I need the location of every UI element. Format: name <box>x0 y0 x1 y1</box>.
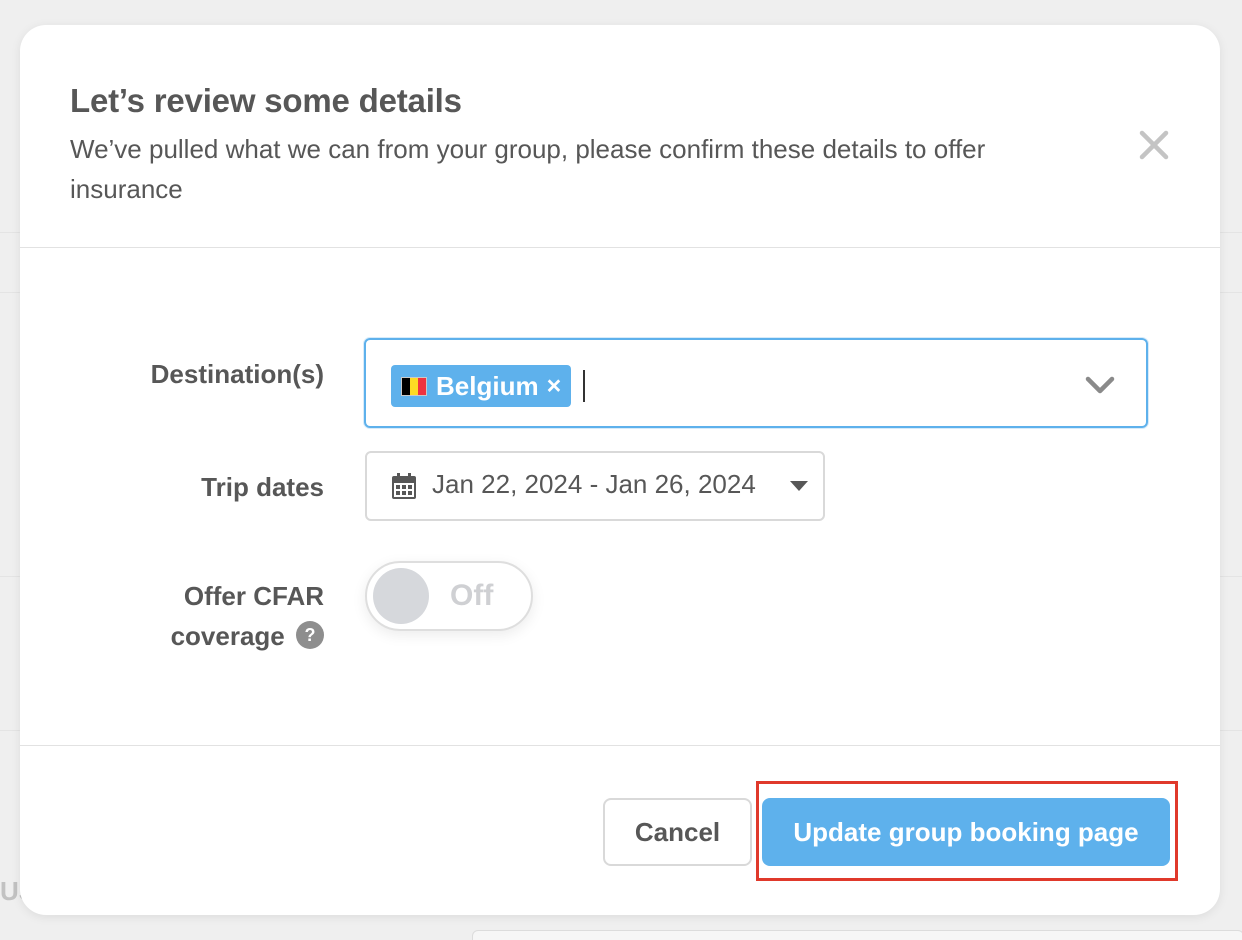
cancel-button[interactable]: Cancel <box>603 798 752 866</box>
background-panel <box>472 930 1242 940</box>
cfar-label-line1: Offer CFAR <box>183 581 324 611</box>
destination-label: Destination(s) <box>150 359 324 389</box>
close-icon[interactable] <box>1134 125 1174 165</box>
toggle-knob <box>373 568 429 624</box>
remove-destination-icon[interactable]: × <box>547 372 562 401</box>
belgium-flag-icon <box>401 376 427 396</box>
cfar-toggle[interactable]: Off <box>365 561 533 631</box>
chevron-down-icon[interactable] <box>1082 370 1118 400</box>
modal-header: Let’s review some details We’ve pulled w… <box>20 25 1220 248</box>
text-cursor <box>583 370 585 402</box>
caret-down-icon <box>789 479 809 497</box>
calendar-icon <box>391 473 417 505</box>
modal-subtitle: We’ve pulled what we can from your group… <box>70 134 986 204</box>
trip-dates-value: Jan 22, 2024 - Jan 26, 2024 <box>432 469 756 499</box>
modal-footer: Cancel Update group booking page <box>20 745 1220 915</box>
destination-select[interactable]: Belgium × <box>364 338 1148 428</box>
help-icon[interactable]: ? <box>296 621 324 650</box>
destination-chip-belgium: Belgium × <box>391 365 572 407</box>
update-group-booking-page-button[interactable]: Update group booking page <box>762 798 1170 866</box>
cfar-label-line2: coverage <box>170 621 285 651</box>
toggle-state-label: Off <box>450 579 494 612</box>
trip-dates-picker[interactable]: Jan 22, 2024 - Jan 26, 2024 <box>365 451 825 521</box>
review-details-modal: Let’s review some details We’ve pulled w… <box>20 25 1220 915</box>
destination-chip-label: Belgium <box>436 370 539 401</box>
modal-title: Let’s review some details <box>70 82 462 119</box>
cfar-label: Offer CFAR coverage ? <box>171 576 324 656</box>
trip-dates-label: Trip dates <box>201 472 324 502</box>
